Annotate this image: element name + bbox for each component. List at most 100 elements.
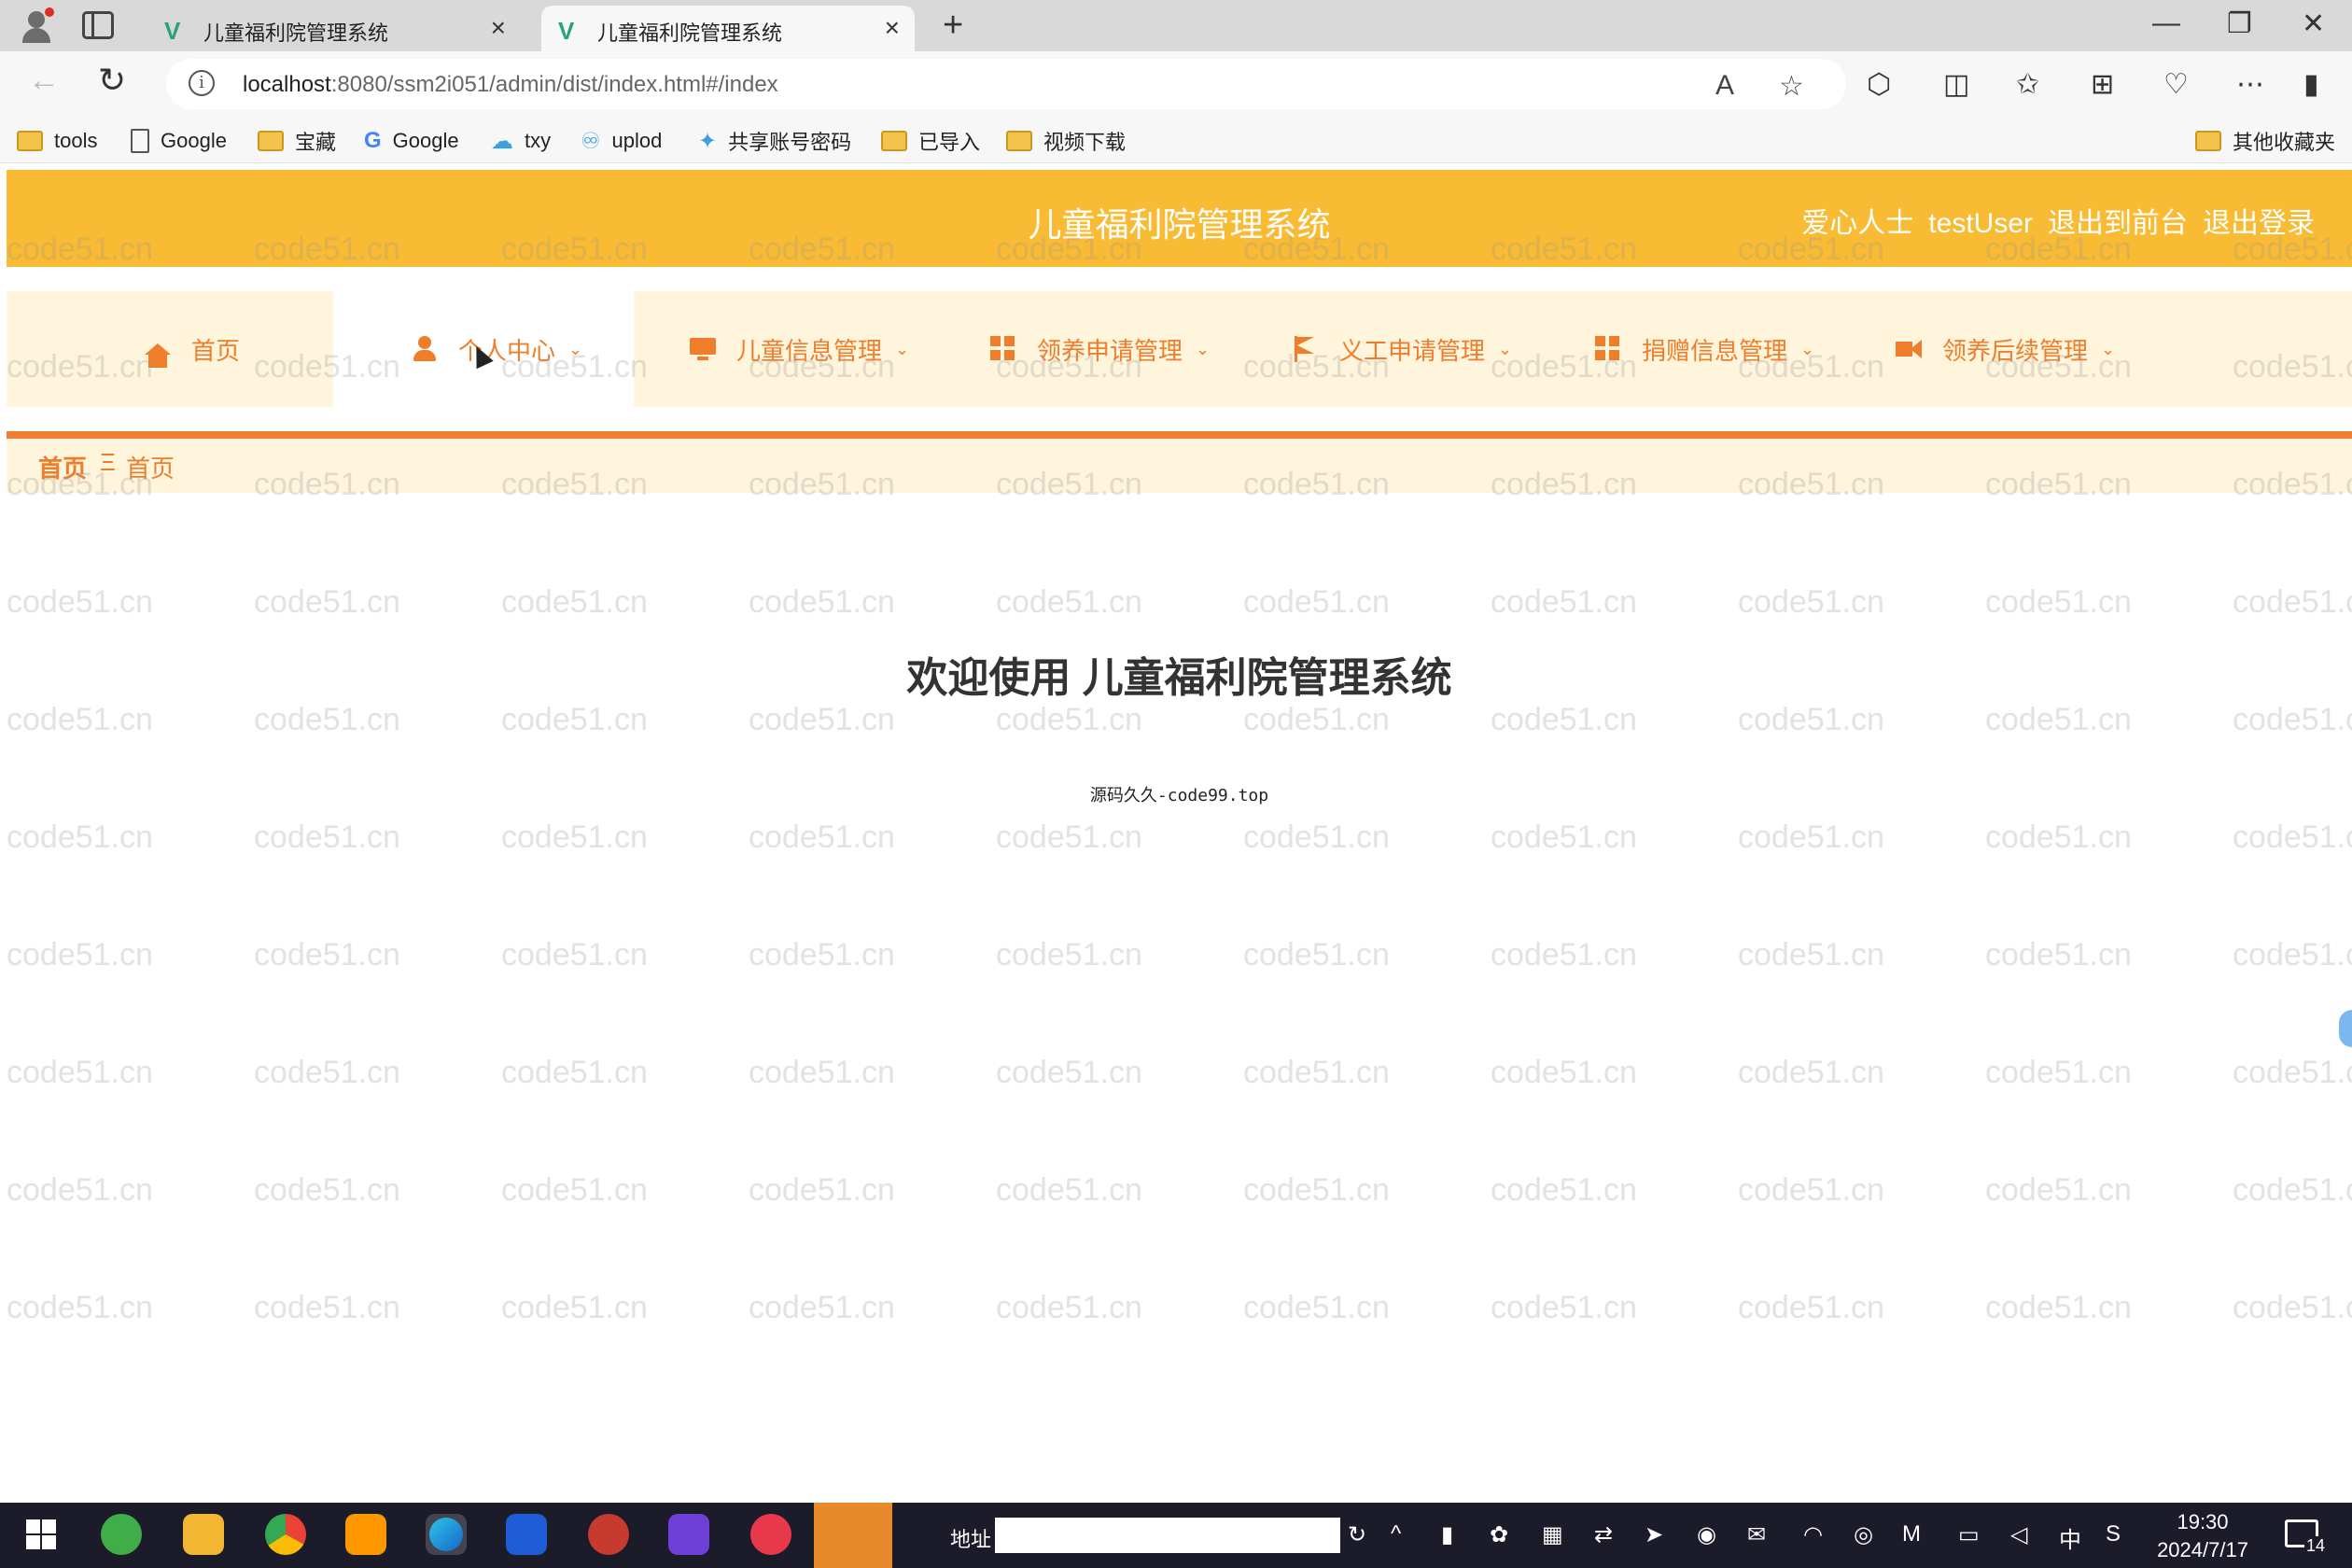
flag-icon	[1293, 336, 1319, 362]
wifi-icon[interactable]: ◠	[1803, 1521, 1823, 1548]
address-row: ← ↻ i localhost:8080/ssm2i051/admin/dist…	[0, 51, 2352, 117]
watermark-text: code51.cn	[1985, 702, 2132, 737]
chrome-icon[interactable]	[265, 1514, 306, 1555]
bookmark-video-download[interactable]: 视频下载	[1006, 128, 1126, 154]
minimize-icon[interactable]: —	[2152, 7, 2180, 39]
bookmark-other-favorites[interactable]: 其他收藏夹	[2195, 128, 2335, 154]
watermark-text: code51.cn	[1491, 819, 1637, 855]
intellij-idea-icon[interactable]	[668, 1514, 709, 1555]
tray-app-icon[interactable]: ✿	[1490, 1521, 1508, 1548]
watermark-text: code51.cn	[749, 819, 895, 855]
address-bar[interactable]: i localhost:8080/ssm2i051/admin/dist/ind…	[166, 59, 1846, 109]
file-explorer-icon[interactable]	[183, 1514, 224, 1555]
split-screen-icon[interactable]: ◫	[1943, 68, 1969, 101]
bookmark-shared-accounts[interactable]: ✦ 共享账号密码	[698, 128, 851, 155]
extensions-icon[interactable]: ⬡	[1867, 68, 1891, 101]
watermark-text: code51.cn	[1738, 819, 1884, 855]
bookmark-uplod[interactable]: ♾ uplod	[581, 128, 662, 154]
accent-divider	[7, 431, 2352, 439]
bookmark-tools[interactable]: tools	[17, 128, 97, 154]
more-menu-icon[interactable]: ⋯	[2236, 68, 2264, 101]
back-icon[interactable]: ←	[28, 63, 60, 99]
browser-essentials-icon[interactable]: ♡	[2163, 68, 2189, 101]
tray-colorful-icon[interactable]: ▦	[1542, 1521, 1563, 1548]
tray-expand-icon[interactable]: ^	[1391, 1521, 1401, 1547]
bookmark-baozang[interactable]: 宝藏	[258, 128, 336, 154]
netease-music-icon[interactable]	[750, 1514, 791, 1555]
taskbar-address-input[interactable]	[995, 1518, 1340, 1553]
tray-s-icon[interactable]: S	[2106, 1521, 2121, 1547]
folder-icon	[17, 131, 43, 151]
windows-start-icon[interactable]	[26, 1519, 56, 1549]
watermark-text: code51.cn	[2233, 819, 2352, 855]
close-tab-icon[interactable]: ×	[491, 13, 506, 43]
notification-icon[interactable]: 14	[2285, 1519, 2327, 1556]
close-tab-icon[interactable]: ×	[885, 13, 900, 43]
bookmark-imported[interactable]: 已导入	[881, 128, 980, 154]
collections-icon[interactable]: ⊞	[2091, 68, 2114, 101]
menu-item-adoption-followup[interactable]: 领养后续管理 ⌄	[1896, 291, 2115, 407]
clock-date: 2024/7/17	[2157, 1538, 2248, 1561]
restore-icon[interactable]: ❐	[2227, 7, 2252, 40]
menu-item-label: 捐赠信息管理	[1642, 336, 1788, 365]
edge-icon[interactable]	[426, 1514, 467, 1555]
site-info-icon[interactable]: i	[189, 70, 215, 96]
bookmark-google-2[interactable]: G Google	[364, 128, 459, 154]
tray-settings-icon[interactable]: ⇄	[1594, 1521, 1613, 1548]
watermark-text: code51.cn	[501, 937, 648, 973]
taskbar-address-go-icon[interactable]: ↻	[1348, 1518, 1372, 1553]
new-tab-icon[interactable]: +	[943, 6, 963, 46]
volume-icon[interactable]: ◁	[2010, 1521, 2027, 1548]
browser-tab-2[interactable]: V 儿童福利院管理系统 ×	[541, 6, 915, 51]
watermark-text: code51.cn	[1243, 702, 1390, 737]
grid-icon	[1595, 336, 1621, 362]
bookmark-txy[interactable]: ☁ txy	[491, 128, 551, 154]
floating-side-handle[interactable]	[2339, 1010, 2352, 1047]
watermark-text: code51.cn	[1738, 1172, 1884, 1208]
favorites-icon[interactable]: ✩	[2016, 68, 2039, 101]
chevron-down-icon: ⌄	[1800, 339, 1815, 358]
profile-icon[interactable]	[17, 7, 56, 45]
breadcrumb-home[interactable]: 首页	[38, 450, 87, 484]
tray-m-icon[interactable]: M	[1902, 1521, 1921, 1547]
wechat-icon[interactable]: ✉	[1747, 1521, 1766, 1548]
menu-item-home[interactable]: 首页	[145, 291, 240, 407]
vue-favicon-icon: V	[164, 17, 181, 45]
favorite-star-icon[interactable]: ☆	[1779, 70, 1804, 103]
window-close-icon[interactable]: ✕	[2302, 7, 2325, 40]
main-menu: 首页 个人中心 ⌄ 儿童信息管理 ⌄ 领养申请管理 ⌄ 义工申请管理 ⌄ 捐赠信…	[7, 291, 2352, 407]
back-to-front-link[interactable]: 退出到前台	[2048, 208, 2188, 239]
clock[interactable]: 19:30 2024/7/17	[2156, 1508, 2249, 1564]
watermark-text: code51.cn	[1738, 1055, 1884, 1090]
snail-app-icon[interactable]	[588, 1514, 629, 1555]
bookmark-google[interactable]: Google	[131, 128, 227, 154]
watermark-text: code51.cn	[2233, 584, 2352, 620]
mail-app-icon[interactable]	[506, 1514, 547, 1555]
menu-item-child-info[interactable]: 儿童信息管理 ⌄	[690, 291, 909, 407]
battery-icon[interactable]: ▭	[1958, 1521, 1980, 1548]
watermark-text: code51.cn	[1491, 1172, 1637, 1208]
360-browser-icon[interactable]	[101, 1514, 142, 1555]
menu-item-volunteer-apply[interactable]: 义工申请管理 ⌄	[1293, 291, 1512, 407]
read-aloud-icon[interactable]: A	[1715, 70, 1734, 102]
tray-send-icon[interactable]: ➤	[1645, 1521, 1663, 1548]
logout-link[interactable]: 退出登录	[2203, 208, 2315, 239]
watermark-text: code51.cn	[1738, 702, 1884, 737]
sublime-text-icon[interactable]	[345, 1514, 386, 1555]
watermark-text: code51.cn	[1985, 819, 2132, 855]
tray-browser-icon[interactable]: ◉	[1697, 1521, 1716, 1548]
tab-actions-icon[interactable]	[82, 11, 114, 39]
menu-item-adoption-apply[interactable]: 领养申请管理 ⌄	[990, 291, 1210, 407]
tray-music-icon[interactable]: ◎	[1854, 1521, 1873, 1548]
sidebar-toggle-icon[interactable]: ▮	[2303, 68, 2319, 101]
menu-item-donation-info[interactable]: 捐赠信息管理 ⌄	[1595, 291, 1814, 407]
watermark-text: code51.cn	[749, 702, 895, 737]
watermark-text: code51.cn	[254, 702, 400, 737]
sunlogin-icon[interactable]	[814, 1503, 892, 1568]
tray-usb-icon[interactable]: ▮	[1441, 1521, 1453, 1548]
reload-icon[interactable]: ↻	[98, 61, 126, 100]
ime-indicator[interactable]: 中	[2059, 1521, 2081, 1554]
browser-tab-1[interactable]: V 儿童福利院管理系统 ×	[147, 6, 521, 51]
home-icon	[145, 343, 171, 368]
url-text[interactable]: localhost:8080/ssm2i051/admin/dist/index…	[243, 72, 778, 98]
